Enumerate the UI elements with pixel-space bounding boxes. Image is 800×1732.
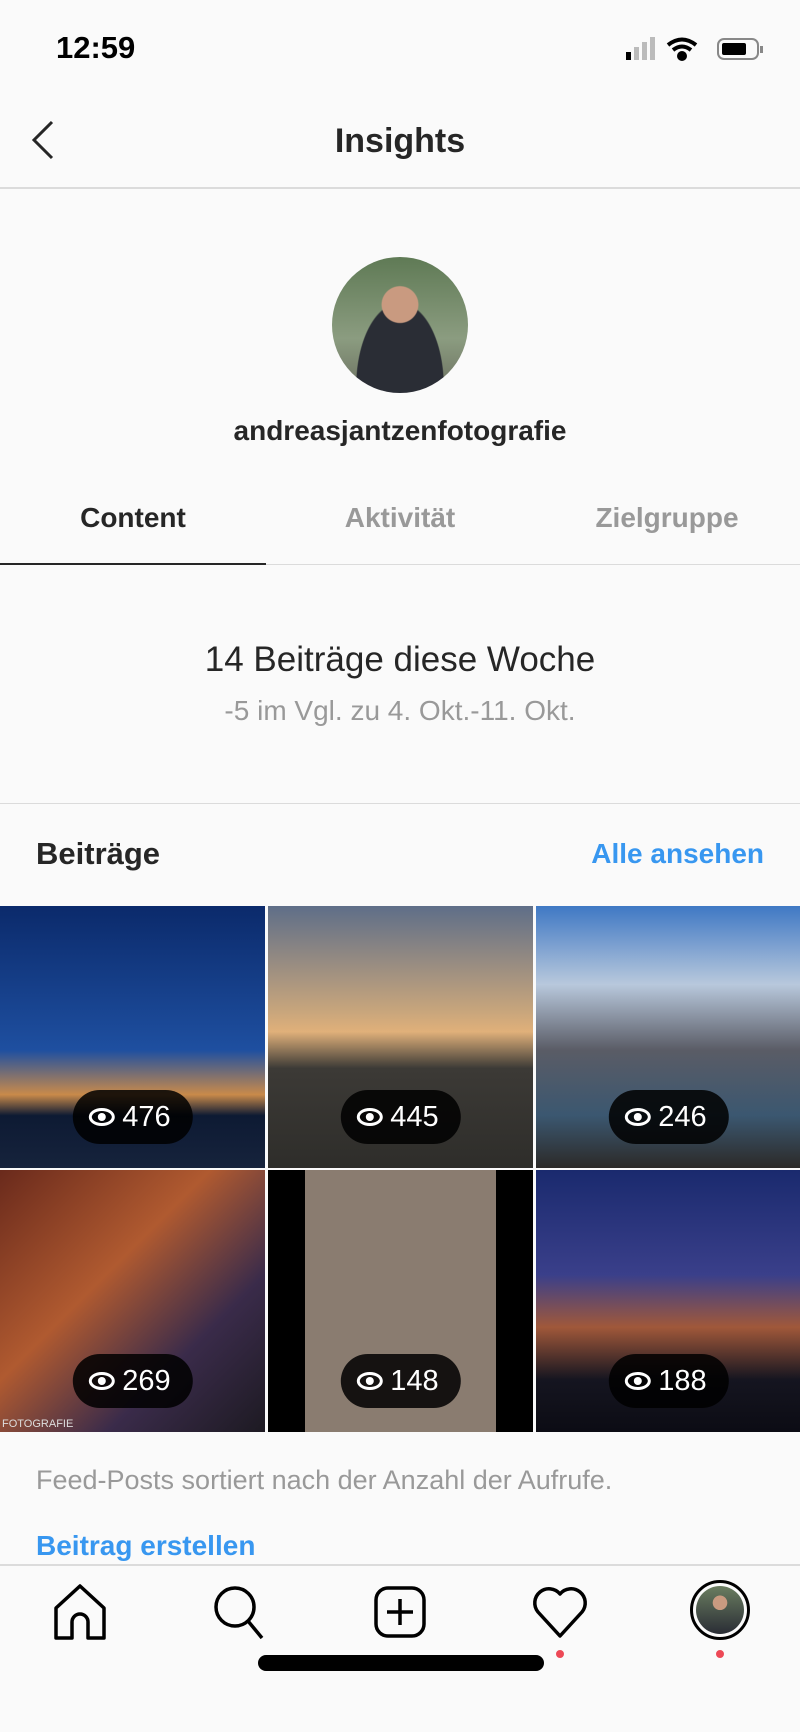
post-thumbnail[interactable]: 148 [268, 1170, 533, 1432]
view-count: 476 [122, 1100, 171, 1133]
posts-comparison: -5 im Vgl. zu 4. Okt.-11. Okt. [224, 695, 576, 726]
eye-icon [624, 1372, 651, 1390]
eye-icon [88, 1372, 115, 1390]
profile-avatar [332, 257, 468, 393]
post-thumbnail[interactable]: FOTOGRAFIE 269 [0, 1170, 265, 1432]
notification-dot [556, 1650, 564, 1658]
create-post-link[interactable]: Beitrag erstellen [36, 1530, 255, 1562]
section-title: Beiträge [36, 836, 161, 871]
tab-zielgruppe[interactable]: Zielgruppe [534, 502, 800, 534]
home-icon[interactable] [50, 1582, 110, 1642]
eye-icon [624, 1108, 651, 1126]
add-post-icon[interactable] [370, 1582, 430, 1642]
active-tab-indicator [0, 563, 266, 565]
battery-icon [717, 38, 763, 60]
see-all-link[interactable]: Alle ansehen [591, 838, 764, 870]
heart-icon[interactable] [530, 1582, 590, 1642]
profile-tab-avatar[interactable] [690, 1580, 750, 1640]
tab-content[interactable]: Content [0, 502, 266, 534]
page-title: Insights [334, 122, 466, 160]
eye-icon [356, 1372, 383, 1390]
tab-aktivitaet[interactable]: Aktivität [267, 502, 533, 534]
status-time: 12:59 [56, 30, 136, 65]
watermark: FOTOGRAFIE [2, 1418, 74, 1430]
divider [0, 187, 800, 189]
view-count: 188 [658, 1364, 707, 1397]
search-icon[interactable] [210, 1582, 270, 1642]
post-thumbnail[interactable]: 188 [536, 1170, 800, 1432]
eye-icon [88, 1108, 115, 1126]
post-thumbnail[interactable]: 246 [536, 906, 800, 1168]
username: andreasjantzenfotografie [233, 415, 567, 446]
wifi-icon [666, 37, 698, 61]
post-thumbnail[interactable]: 476 [0, 906, 265, 1168]
divider [0, 803, 800, 804]
home-indicator [258, 1655, 544, 1671]
view-count: 445 [390, 1100, 439, 1133]
post-thumbnail[interactable]: 445 [268, 906, 533, 1168]
view-count: 246 [658, 1100, 707, 1133]
eye-icon [356, 1108, 383, 1126]
posts-count-headline: 14 Beiträge diese Woche [204, 640, 596, 679]
status-icons [626, 37, 763, 61]
view-count: 269 [122, 1364, 171, 1397]
posts-caption: Feed-Posts sortiert nach der Anzahl der … [36, 1465, 613, 1495]
notification-dot [716, 1650, 724, 1658]
signal-icon [626, 37, 655, 60]
view-count: 148 [390, 1364, 439, 1397]
